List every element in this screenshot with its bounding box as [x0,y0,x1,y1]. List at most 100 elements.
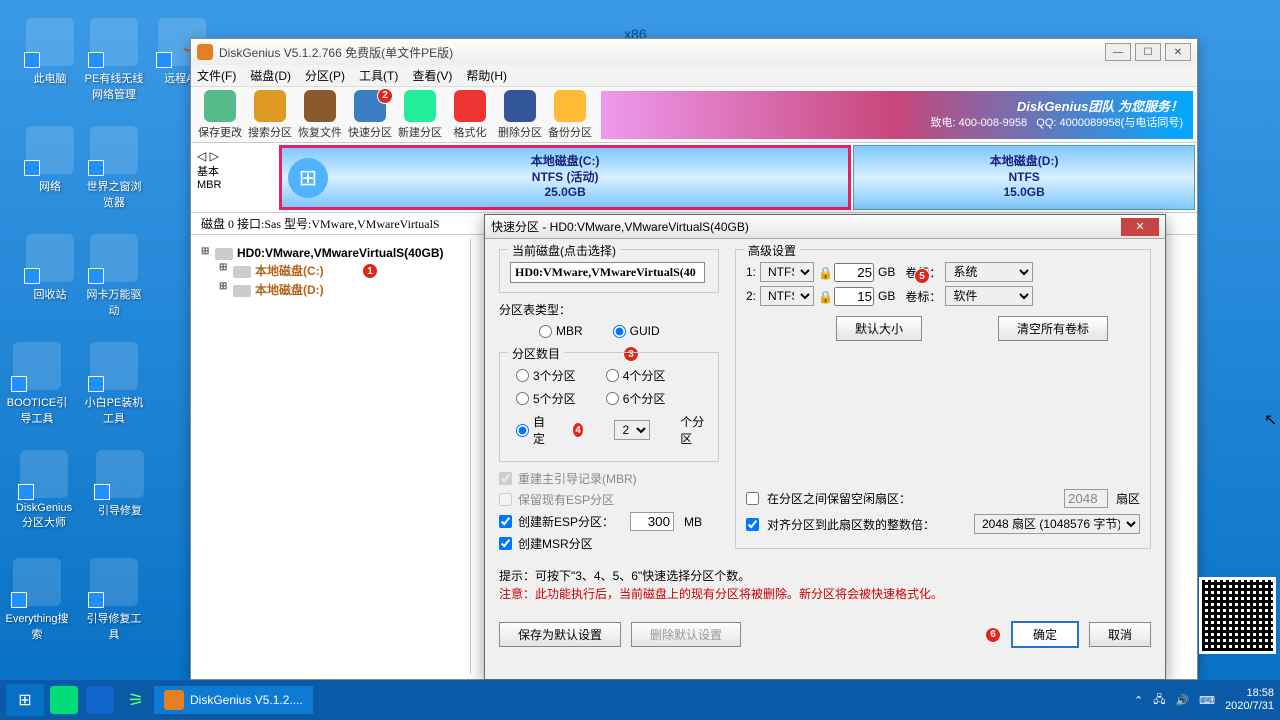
gap-check[interactable] [746,492,759,505]
desktop-icon[interactable]: BOOTICE引导工具 [5,342,69,426]
radio-5-partitions[interactable]: 5个分区 [516,390,576,407]
tree-panel: HD0:VMware,VMwareVirtualS(40GB) 1 本地磁盘(C… [191,239,471,674]
toolbar-button[interactable]: 恢复文件 [295,90,345,140]
badge-4: 4 [572,422,585,438]
ok-button[interactable]: 确定 [1011,621,1079,648]
taskbar-app-icon [164,690,184,710]
desktop-icon[interactable]: PE有线无线网络管理 [82,18,146,102]
gap-input [1064,489,1108,508]
windows-icon: ⊞ [288,158,328,198]
toolbar-button[interactable]: 保存更改 [195,90,245,140]
radio-guid[interactable]: GUID [613,324,660,338]
hint-text: 提示：可按下"3、4、5、6"快速选择分区个数。 [499,567,1151,585]
tree-root[interactable]: HD0:VMware,VMwareVirtualS(40GB) 1 [197,245,464,261]
default-size-button[interactable]: 默认大小 [836,316,922,341]
radio-3-partitions[interactable]: 3个分区 [516,367,576,384]
desktop-icon[interactable]: 世界之窗浏览器 [82,126,146,210]
desktop-icon[interactable]: 此电脑 [18,18,82,86]
menu-item[interactable]: 工具(T) [359,67,398,84]
advanced-label: 高级设置 [744,242,800,259]
desktop-icon[interactable]: 引导修复工具 [82,558,146,642]
tree-item-d[interactable]: 本地磁盘(D:) [215,280,464,299]
rebuild-mbr-check [499,472,512,485]
menu-item[interactable]: 磁盘(D) [250,67,291,84]
disk-mbr: MBR [197,179,271,191]
tree-item-c[interactable]: 本地磁盘(C:) [215,261,464,280]
quick-partition-dialog: 快速分区 - HD0:VMware,VMwareVirtualS(40GB) ✕… [484,214,1166,680]
taskbar: ⊞ ⚞ DiskGenius V5.1.2.... ⌃ 🖧 🔊 ⌨ 18:582… [0,680,1280,720]
menubar: 文件(F) 磁盘(D) 分区(P) 工具(T) 查看(V) 帮助(H) [191,65,1197,87]
table-type-label: 分区表类型： [499,301,719,318]
toolbar-button[interactable]: 格式化 [445,90,495,140]
toolbar-button[interactable]: 备份分区 [545,90,595,140]
desktop-icon[interactable]: DiskGenius分区大师 [12,450,76,530]
volume-select[interactable]: 软件 [945,286,1033,306]
esp-size-input[interactable] [630,512,674,531]
current-disk-input[interactable] [510,262,705,283]
chevron-up-icon[interactable]: ⌃ [1134,694,1143,707]
desktop-icon[interactable]: 网络 [18,126,82,194]
fs-select[interactable]: NTFS [760,286,814,306]
partition-row: 1:NTFS🔒GB卷标：系统 [746,262,1140,282]
new-esp-check[interactable] [499,515,512,528]
custom-count-select[interactable]: 2 [614,420,650,440]
cancel-button[interactable]: 取消 [1089,622,1151,647]
volume-icon[interactable]: 🔊 [1175,694,1189,707]
tray-app-2[interactable] [86,686,114,714]
start-button[interactable]: ⊞ [6,684,44,716]
taskbar-app[interactable]: DiskGenius V5.1.2.... [154,686,313,714]
toolbar-button[interactable]: 新建分区 [395,90,445,140]
toolbar: 保存更改搜索分区恢复文件快速分区2新建分区格式化删除分区备份分区DiskGeni… [191,87,1197,143]
menu-item[interactable]: 帮助(H) [466,67,507,84]
radio-custom-count[interactable]: 自定 [516,413,548,447]
lock-icon: 🔒 [818,290,830,302]
menu-item[interactable]: 文件(F) [197,67,236,84]
partition-row: 2:NTFS🔒GB卷标：软件 [746,286,1140,306]
lock-icon: 🔒 [818,266,830,278]
titlebar[interactable]: DiskGenius V5.1.2.766 免费版(单文件PE版) — ☐ ✕ [191,39,1197,65]
cursor-icon: ↖ [1264,410,1277,430]
desktop-icon[interactable]: 引导修复 [88,450,152,518]
desktop-icon[interactable]: Everything搜索 [5,558,69,642]
menu-item[interactable]: 分区(P) [305,67,345,84]
save-default-button[interactable]: 保存为默认设置 [499,622,621,647]
radio-4-partitions[interactable]: 4个分区 [606,367,666,384]
current-disk-label: 当前磁盘(点击选择) [508,242,620,259]
partition-c[interactable]: ⊞ 本地磁盘(C:)NTFS (活动)25.0GB [279,145,851,210]
size-input[interactable] [834,263,874,282]
clear-volume-button[interactable]: 清空所有卷标 [998,316,1108,341]
clock[interactable]: 18:582020/7/31 [1225,687,1274,713]
align-check[interactable] [746,518,759,531]
volume-select[interactable]: 系统 [945,262,1033,282]
minimize-button[interactable]: — [1105,43,1131,61]
close-button[interactable]: ✕ [1165,43,1191,61]
toolbar-button[interactable]: 快速分区2 [345,90,395,140]
disk-map: ◁ ▷ 基本 MBR ⊞ 本地磁盘(C:)NTFS (活动)25.0GB 本地磁… [191,143,1197,213]
msr-check[interactable] [499,537,512,550]
dialog-titlebar[interactable]: 快速分区 - HD0:VMware,VMwareVirtualS(40GB) ✕ [485,215,1165,239]
align-select[interactable]: 2048 扇区 (1048576 字节) [974,514,1140,534]
network-icon[interactable]: 🖧 [1153,691,1165,710]
desktop-icon[interactable]: 网卡万能驱动 [82,234,146,318]
tray-app-1[interactable] [50,686,78,714]
banner[interactable]: DiskGenius团队 为您服务！致电: 400-008-9958 QQ: 4… [601,91,1193,139]
radio-6-partitions[interactable]: 6个分区 [606,390,666,407]
radio-mbr[interactable]: MBR [539,324,583,338]
keyboard-icon[interactable]: ⌨ [1199,694,1215,707]
fs-select[interactable]: NTFS [760,262,814,282]
desktop-icon[interactable]: 回收站 [18,234,82,302]
size-input[interactable] [834,287,874,306]
toolbar-button[interactable]: 删除分区 [495,90,545,140]
qr-code [1199,577,1276,654]
app-icon [197,44,213,60]
wifi-icon[interactable]: ⚞ [122,686,150,714]
menu-item[interactable]: 查看(V) [412,67,452,84]
desktop-icon[interactable]: 小白PE装机工具 [82,342,146,426]
window-title: DiskGenius V5.1.2.766 免费版(单文件PE版) [219,44,453,61]
maximize-button[interactable]: ☐ [1135,43,1161,61]
dialog-close-button[interactable]: ✕ [1121,218,1159,236]
toolbar-button[interactable]: 搜索分区 [245,90,295,140]
partition-d[interactable]: 本地磁盘(D:)NTFS15.0GB [853,145,1195,210]
badge-5: 5 [914,268,930,284]
disk-basic: 基本 [197,163,271,179]
